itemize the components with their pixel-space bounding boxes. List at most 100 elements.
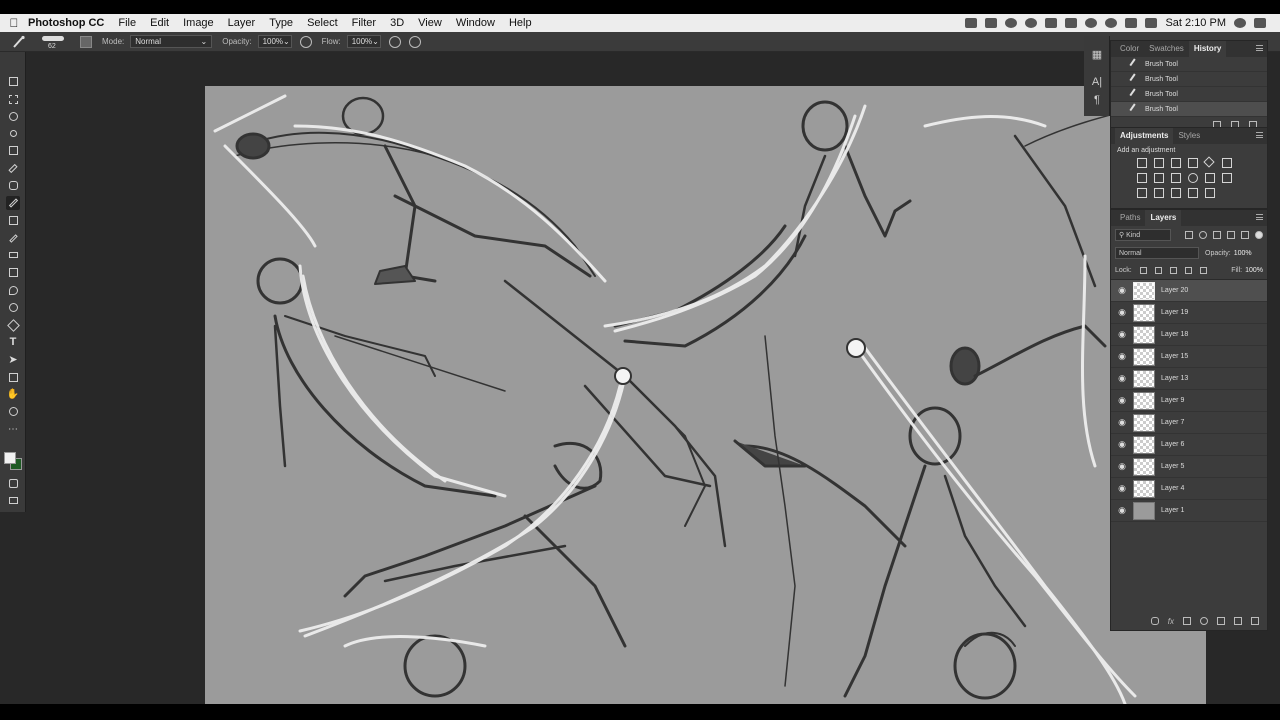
menu-window[interactable]: Window: [456, 17, 495, 29]
pressure-opacity-icon[interactable]: [299, 35, 312, 48]
adjustment-filter-icon[interactable]: [1199, 231, 1207, 239]
tab-layers[interactable]: Layers: [1145, 210, 1182, 226]
hue-saturation-icon[interactable]: [1222, 158, 1232, 168]
shape-filter-icon[interactable]: [1227, 231, 1235, 239]
menu-filter[interactable]: Filter: [352, 17, 376, 29]
black-white-icon[interactable]: [1154, 173, 1164, 183]
brush-panel-toggle-icon[interactable]: [80, 35, 92, 48]
status-icon[interactable]: [1065, 18, 1078, 28]
move-tool-icon[interactable]: [6, 74, 20, 88]
document-canvas[interactable]: [205, 86, 1206, 704]
volume-icon[interactable]: [1145, 18, 1158, 28]
tab-styles[interactable]: Styles: [1173, 128, 1205, 144]
flow-field[interactable]: 100% ⌄: [346, 35, 381, 48]
panel-menu-icon[interactable]: [1256, 214, 1263, 220]
lock-transparency-icon[interactable]: [1139, 267, 1147, 274]
menu-layer[interactable]: Layer: [228, 17, 256, 29]
adjustment-layer-icon[interactable]: [1200, 617, 1208, 625]
menu-3d[interactable]: 3D: [390, 17, 404, 29]
mode-dropdown[interactable]: Normal ⌄: [130, 35, 213, 48]
wifi-icon[interactable]: [1105, 18, 1118, 28]
lasso-tool-icon[interactable]: [6, 109, 20, 123]
pen-tool-icon[interactable]: [6, 318, 20, 332]
layer-row[interactable]: ◉ Layer 1: [1111, 500, 1267, 522]
pressure-size-icon[interactable]: [408, 35, 421, 48]
new-group-icon[interactable]: [1217, 617, 1225, 625]
visibility-eye-icon[interactable]: ◉: [1111, 329, 1133, 340]
crop-tool-icon[interactable]: [6, 143, 20, 157]
menu-edit[interactable]: Edit: [150, 17, 169, 29]
visibility-eye-icon[interactable]: ◉: [1111, 285, 1133, 296]
tab-color[interactable]: Color: [1115, 41, 1144, 57]
menu-file[interactable]: File: [118, 17, 136, 29]
shape-tool-icon[interactable]: [6, 370, 20, 384]
vibrance-icon[interactable]: [1203, 156, 1215, 168]
menu-view[interactable]: View: [418, 17, 442, 29]
quick-select-tool-icon[interactable]: [6, 126, 20, 140]
selective-color-icon[interactable]: [1171, 188, 1181, 198]
layer-row[interactable]: ◉ Layer 9: [1111, 390, 1267, 412]
history-brush-icon[interactable]: [6, 231, 20, 245]
channel-mixer-icon[interactable]: [1188, 173, 1198, 183]
shadows-icon[interactable]: [1205, 188, 1215, 198]
status-icon[interactable]: [1085, 18, 1098, 28]
visibility-eye-icon[interactable]: ◉: [1111, 395, 1133, 406]
airbrush-icon[interactable]: [388, 35, 401, 48]
lock-artboard-icon[interactable]: [1184, 267, 1192, 274]
path-select-tool-icon[interactable]: ➤: [6, 352, 20, 366]
status-icon[interactable]: [1045, 18, 1058, 28]
layer-row[interactable]: ◉ Layer 5: [1111, 456, 1267, 478]
filter-toggle-icon[interactable]: [1255, 231, 1263, 239]
quick-mask-icon[interactable]: [6, 476, 20, 490]
healing-tool-icon[interactable]: [6, 178, 20, 192]
history-item[interactable]: Brush Tool: [1111, 57, 1267, 72]
visibility-eye-icon[interactable]: ◉: [1111, 461, 1133, 472]
brush-icon[interactable]: [12, 35, 26, 49]
layer-row[interactable]: ◉ Layer 18: [1111, 324, 1267, 346]
battery-icon[interactable]: [1125, 18, 1138, 28]
hand-tool-icon[interactable]: ✋: [6, 387, 20, 401]
properties-icon[interactable]: ▦: [1090, 48, 1104, 62]
dropbox-icon[interactable]: [965, 18, 978, 28]
curves-icon[interactable]: [1171, 158, 1181, 168]
history-item[interactable]: Brush Tool: [1111, 87, 1267, 102]
history-item[interactable]: Brush Tool: [1111, 72, 1267, 87]
levels-icon[interactable]: [1154, 158, 1164, 168]
visibility-eye-icon[interactable]: ◉: [1111, 373, 1133, 384]
layer-row[interactable]: ◉ Layer 19: [1111, 302, 1267, 324]
posterize-icon[interactable]: [1137, 188, 1147, 198]
color-lookup-icon[interactable]: [1205, 173, 1215, 183]
marquee-tool-icon[interactable]: [6, 92, 20, 106]
list-icon[interactable]: [1254, 18, 1266, 28]
blur-tool-icon[interactable]: [6, 283, 20, 297]
brush-tool-icon[interactable]: [6, 196, 20, 210]
layer-mask-icon[interactable]: [1183, 617, 1191, 625]
menu-type[interactable]: Type: [269, 17, 293, 29]
eyedropper-tool-icon[interactable]: [6, 161, 20, 175]
layer-row[interactable]: ◉ Layer 20: [1111, 280, 1267, 302]
new-layer-icon[interactable]: [1234, 617, 1242, 625]
photo-filter-icon[interactable]: [1171, 173, 1181, 183]
type-filter-icon[interactable]: [1213, 231, 1221, 239]
layer-row[interactable]: ◉ Layer 15: [1111, 346, 1267, 368]
history-item[interactable]: Brush Tool: [1111, 102, 1267, 117]
brightness-icon[interactable]: [1137, 158, 1147, 168]
dodge-tool-icon[interactable]: [6, 300, 20, 314]
menu-select[interactable]: Select: [307, 17, 338, 29]
visibility-eye-icon[interactable]: ◉: [1111, 439, 1133, 450]
layer-row[interactable]: ◉ Layer 7: [1111, 412, 1267, 434]
filter-kind-dropdown[interactable]: ⚲ Kind: [1115, 229, 1171, 241]
layer-row[interactable]: ◉ Layer 6: [1111, 434, 1267, 456]
lock-position-icon[interactable]: [1169, 267, 1177, 274]
opacity-field[interactable]: 100% ⌄: [257, 35, 292, 48]
menu-help[interactable]: Help: [509, 17, 532, 29]
screen-mode-icon[interactable]: [6, 493, 20, 507]
smart-object-filter-icon[interactable]: [1241, 231, 1249, 239]
eraser-tool-icon[interactable]: [6, 248, 20, 262]
blend-mode-dropdown[interactable]: Normal: [1115, 247, 1199, 259]
menu-image[interactable]: Image: [183, 17, 214, 29]
visibility-eye-icon[interactable]: ◉: [1111, 483, 1133, 494]
status-icon[interactable]: [1005, 18, 1018, 28]
app-menu[interactable]: Photoshop CC: [28, 17, 104, 29]
trash-icon[interactable]: [1251, 617, 1259, 625]
